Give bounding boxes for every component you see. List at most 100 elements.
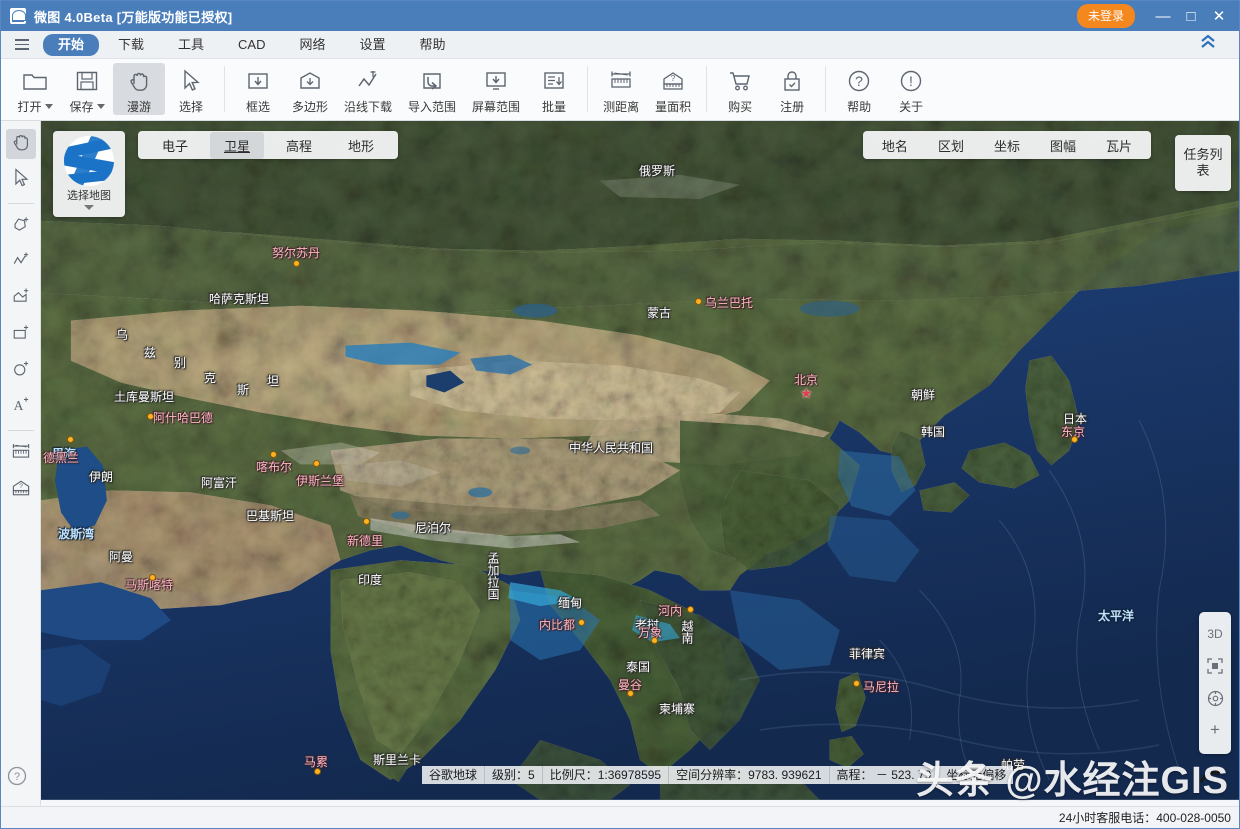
question-circle-icon: ? <box>6 765 28 787</box>
chevron-down-icon[interactable] <box>45 104 53 109</box>
annotation-tab-4[interactable]: 瓦片 <box>1094 132 1144 159</box>
rail-button-add-area[interactable] <box>6 284 36 314</box>
pan-hand-icon <box>126 65 152 97</box>
ribbon-button-保存[interactable]: 保存 <box>61 63 113 115</box>
ribbon-separator <box>825 66 826 112</box>
measure-area-icon: ? <box>660 65 686 97</box>
rail-button-pan-hand[interactable] <box>6 129 36 159</box>
rail-button-add-polyline[interactable] <box>6 248 36 278</box>
pan-compass-icon[interactable] <box>1203 687 1227 709</box>
ribbon-label-text: 购买 <box>728 98 752 115</box>
ribbon-button-选择[interactable]: 选择 <box>165 63 217 115</box>
help-rail-button[interactable]: ? <box>6 765 28 792</box>
basemap-layer-tabs: 电子卫星高程地形 <box>138 131 398 159</box>
map-navigation-panel: 3D + <box>1199 612 1231 754</box>
task-list-button[interactable]: 任务列表 <box>1175 135 1231 191</box>
ribbon-button-沿线下载[interactable]: 沿线下载 <box>336 63 400 115</box>
zoom-in-icon[interactable]: + <box>1203 719 1227 741</box>
ribbon-button-label: 框选 <box>246 98 270 115</box>
basemap-selector-button[interactable]: 选择地图 <box>53 131 125 217</box>
chevron-up-double-icon[interactable] <box>1199 34 1217 56</box>
layer-tab-0[interactable]: 电子 <box>148 132 202 159</box>
ribbon-label-text: 屏幕范围 <box>472 98 520 115</box>
ribbon-button-帮助[interactable]: ?帮助 <box>833 63 885 115</box>
ribbon-button-量面积[interactable]: ?量面积 <box>647 63 699 115</box>
status-field-4: 高程： － 523. 79 <box>830 766 940 784</box>
basemap-selector-label: 选择地图 <box>67 187 111 203</box>
layer-tab-1[interactable]: 卫星 <box>210 132 264 159</box>
svg-text:?: ? <box>671 74 676 83</box>
google-earth-globe-icon <box>64 136 114 186</box>
ribbon-button-label: 批量 <box>542 98 566 115</box>
add-circle-icon <box>10 358 32 385</box>
ribbon-label-text: 测距离 <box>603 98 639 115</box>
ribbon-separator <box>587 66 588 112</box>
ribbon-button-导入范围[interactable]: 导入范围 <box>400 63 464 115</box>
ribbon-button-批量[interactable]: 批量 <box>528 63 580 115</box>
menu-item-2[interactable]: 工具 <box>163 34 219 56</box>
hamburger-icon[interactable] <box>9 35 35 55</box>
annotation-tab-2[interactable]: 坐标 <box>982 132 1032 159</box>
layer-tab-3[interactable]: 地形 <box>334 132 388 159</box>
map-annotation-tabs: 地名区划坐标图幅瓦片 <box>863 131 1151 159</box>
rect-select-icon <box>245 65 271 97</box>
rail-button-add-polygon[interactable] <box>6 212 36 242</box>
lock-icon <box>779 65 805 97</box>
maximize-button[interactable]: □ <box>1177 2 1205 30</box>
ribbon-button-漫游[interactable]: 漫游 <box>113 63 165 115</box>
ribbon-button-label: 漫游 <box>127 98 151 115</box>
ribbon-button-框选[interactable]: 框选 <box>232 63 284 115</box>
ribbon-button-购买[interactable]: 购买 <box>714 63 766 115</box>
menu-item-1[interactable]: 下载 <box>103 34 159 56</box>
rail-separator <box>8 430 34 431</box>
minimize-button[interactable]: — <box>1149 2 1177 30</box>
fullscreen-icon[interactable] <box>1203 655 1227 677</box>
rail-button-measure-area[interactable]: ? <box>6 475 36 505</box>
rail-button-cursor-arrow[interactable] <box>6 165 36 195</box>
menu-item-list: 开始下载工具CAD网络设置帮助 <box>41 34 463 56</box>
menu-bar: 开始下载工具CAD网络设置帮助 <box>1 31 1239 59</box>
menu-item-6[interactable]: 帮助 <box>405 34 461 56</box>
folder-open-icon <box>22 65 48 97</box>
satellite-map-canvas[interactable] <box>41 121 1239 800</box>
ribbon-button-测距离[interactable]: 测距离 <box>595 63 647 115</box>
status-field-3: 空间分辨率：9783. 939621 <box>669 766 829 784</box>
work-area: A? ? <box>1 121 1239 806</box>
ribbon-button-打开[interactable]: 打开 <box>9 63 61 115</box>
rail-button-add-rectangle[interactable] <box>6 320 36 350</box>
cursor-arrow-icon <box>10 167 32 194</box>
close-button[interactable]: ✕ <box>1205 2 1233 30</box>
rail-button-measure-distance[interactable] <box>6 439 36 469</box>
menu-item-3[interactable]: CAD <box>223 34 280 56</box>
3d-toggle-icon[interactable]: 3D <box>1203 623 1227 645</box>
login-status-button[interactable]: 未登录 <box>1077 4 1135 28</box>
annotation-tab-3[interactable]: 图幅 <box>1038 132 1088 159</box>
pan-hand-icon <box>10 131 32 158</box>
ribbon-button-label: 屏幕范围 <box>472 98 520 115</box>
add-text-icon: A <box>10 394 32 421</box>
question-circle-icon: ? <box>846 65 872 97</box>
layer-tab-2[interactable]: 高程 <box>272 132 326 159</box>
ribbon-button-关于[interactable]: !关于 <box>885 63 937 115</box>
ribbon-label-text: 导入范围 <box>408 98 456 115</box>
ribbon-label-text: 框选 <box>246 98 270 115</box>
chevron-down-icon[interactable] <box>97 104 105 109</box>
ribbon-button-label: 选择 <box>179 98 203 115</box>
rail-button-add-circle[interactable] <box>6 356 36 386</box>
annotation-tab-1[interactable]: 区划 <box>926 132 976 159</box>
menu-item-5[interactable]: 设置 <box>345 34 401 56</box>
svg-text:A: A <box>13 398 23 413</box>
ribbon-button-屏幕范围[interactable]: 屏幕范围 <box>464 63 528 115</box>
status-field-2: 比例尺：1:36978595 <box>543 766 669 784</box>
ribbon-button-多边形[interactable]: 多边形 <box>284 63 336 115</box>
menu-item-4[interactable]: 网络 <box>285 34 341 56</box>
rail-button-add-text[interactable]: A <box>6 392 36 422</box>
ribbon-label-text: 漫游 <box>127 98 151 115</box>
ribbon-button-注册[interactable]: 注册 <box>766 63 818 115</box>
map-viewport[interactable]: 选择地图 电子卫星高程地形 地名区划坐标图幅瓦片 任务列表 3D + <box>41 121 1239 806</box>
ribbon-button-label: 测距离 <box>603 98 639 115</box>
menu-item-0[interactable]: 开始 <box>43 34 99 56</box>
ribbon-label-text: 选择 <box>179 98 203 115</box>
compass-needle-icon[interactable] <box>1197 762 1225 790</box>
annotation-tab-0[interactable]: 地名 <box>870 132 920 159</box>
